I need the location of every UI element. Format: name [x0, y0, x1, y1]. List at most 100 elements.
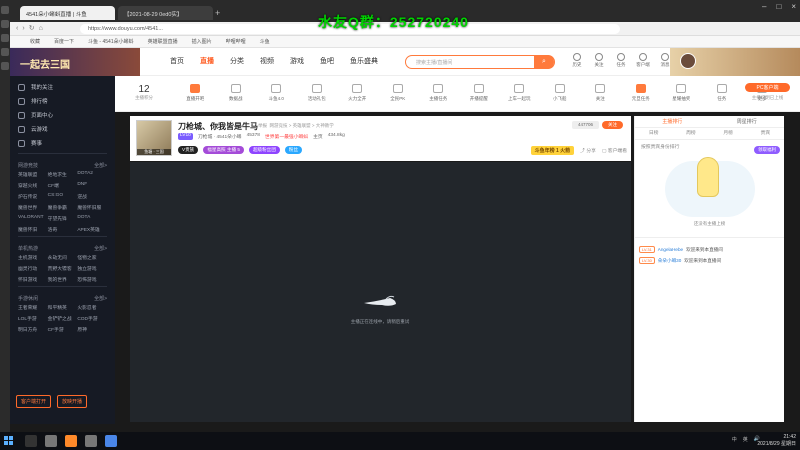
pc-client-button[interactable]: PC客户端: [745, 83, 790, 92]
search-icon[interactable]: ⌕: [534, 55, 554, 69]
game-link[interactable]: 幽灵行动: [18, 265, 48, 272]
pc-client-badge[interactable]: PC客户端 主播说明已上线: [745, 83, 790, 101]
section-more-link[interactable]: 全部>: [94, 295, 107, 302]
category-item[interactable]: 上车一起玩: [499, 84, 540, 102]
game-link[interactable]: 明日方舟: [18, 326, 48, 333]
subtab-week[interactable]: 周榜: [672, 128, 709, 139]
home-icon[interactable]: ⌂: [39, 25, 47, 32]
subtab-month[interactable]: 月榜: [710, 128, 747, 139]
bookmark-item[interactable]: 哔哩哔哩: [226, 38, 246, 45]
chat-username[interactable]: 朵朵小蝌30: [658, 258, 682, 264]
toolbar-icon[interactable]: [1, 48, 9, 56]
hot-rank-tag[interactable]: 世界第一最强小蝌蚪: [265, 133, 308, 140]
tab-anchor-rank[interactable]: 主播排行: [635, 116, 710, 127]
category-item[interactable]: 主播任务: [418, 84, 459, 102]
nav-live[interactable]: 直播: [200, 56, 230, 66]
bookmark-item[interactable]: 收藏: [30, 38, 40, 45]
nav-category[interactable]: 分类: [230, 56, 260, 66]
client-button[interactable]: 客户端: [636, 53, 650, 68]
streamer-avatar[interactable]: 鱼塘 · 三国: [136, 120, 172, 156]
toolbar-icon[interactable]: [1, 6, 9, 14]
new-tab-icon[interactable]: +: [215, 8, 220, 18]
sidebar-item-follow[interactable]: 我的关注: [10, 80, 115, 94]
follow-button[interactable]: 关注: [592, 53, 606, 68]
nav-game[interactable]: 游戏: [290, 56, 320, 66]
toolbar-icon[interactable]: [1, 62, 9, 70]
nav-yuba[interactable]: 鱼吧: [320, 56, 350, 66]
category-item[interactable]: 任务: [702, 84, 743, 102]
game-link[interactable]: CS:GO: [48, 193, 78, 200]
browser-app-icon[interactable]: [65, 435, 77, 447]
browser-tab-1[interactable]: 【2021-08-29 0ed0实】: [118, 6, 213, 20]
start-stream-button[interactable]: 放映开播: [57, 395, 88, 408]
bookmark-item[interactable]: 英雄联盟直播: [148, 38, 178, 45]
game-link[interactable]: 英雄联盟: [18, 171, 48, 178]
game-link[interactable]: 绝地求生: [48, 171, 78, 178]
subtab-vip[interactable]: 贵宾: [747, 128, 784, 139]
refresh-icon[interactable]: ↻: [29, 25, 39, 32]
bookmark-item[interactable]: 斗鱼 - 4541朵小蝌蚪: [88, 38, 134, 45]
sidebar-item-center[interactable]: 页面中心: [10, 108, 115, 122]
follow-button[interactable]: 关注: [602, 121, 623, 129]
open-client-button[interactable]: 客户端打开: [16, 395, 52, 408]
game-link[interactable]: COD手游: [77, 315, 107, 322]
task-button[interactable]: 任务: [614, 53, 628, 68]
game-link[interactable]: CF端: [48, 182, 78, 189]
game-link[interactable]: 怪物之家: [77, 254, 107, 261]
app-icon[interactable]: [105, 435, 117, 447]
category-item[interactable]: 小飞船: [540, 84, 581, 102]
bookmark-item[interactable]: 斗鱼: [260, 38, 270, 45]
report-link[interactable]: 举报 网游竞技 > 英雄联盟 > 大神教学: [258, 123, 334, 129]
game-link[interactable]: 金铲铲之战: [48, 315, 78, 322]
taskbar-clock[interactable]: 21:42 2021/8/29 星期日: [757, 434, 796, 448]
game-link[interactable]: 王者荣耀: [18, 304, 48, 311]
points-counter[interactable]: 12 主播积分: [129, 84, 159, 101]
category-item[interactable]: 斗鱼4.0: [256, 84, 297, 102]
game-link[interactable]: 恐怖游戏: [77, 276, 107, 283]
game-link[interactable]: 和平精英: [48, 304, 78, 311]
category-item[interactable]: 数据战: [216, 84, 257, 102]
windows-start-icon[interactable]: [4, 436, 14, 446]
close-icon[interactable]: ×: [791, 2, 796, 11]
toolbar-icon[interactable]: [1, 34, 9, 42]
history-button[interactable]: 历史: [570, 53, 584, 68]
lucky-badge[interactable]: 福星高照 主播 5: [203, 146, 244, 154]
bookmark-item[interactable]: 插入图片: [192, 38, 212, 45]
game-link[interactable]: 炉石传说: [18, 193, 48, 200]
category-item[interactable]: 全民PK: [378, 84, 419, 102]
category-item[interactable]: 开播提醒: [459, 84, 500, 102]
game-link[interactable]: 独立游戏: [77, 265, 107, 272]
game-link[interactable]: 永劫无间: [48, 254, 78, 261]
game-link[interactable]: 怀旧游戏: [18, 276, 48, 283]
game-link[interactable]: 我的世界: [48, 276, 78, 283]
maximize-icon[interactable]: □: [776, 2, 781, 11]
game-link[interactable]: VALORANT: [18, 215, 48, 222]
category-item[interactable]: 元旦任务: [621, 84, 662, 102]
ime-indicator[interactable]: 中: [732, 436, 737, 443]
site-logo[interactable]: 一起去三国: [10, 48, 140, 76]
app-icon[interactable]: [85, 435, 97, 447]
section-more-link[interactable]: 全部>: [94, 162, 107, 169]
nav-festival[interactable]: 鱼乐盛典: [350, 56, 380, 66]
game-link[interactable]: 洛奇: [48, 226, 78, 233]
streamer-name[interactable]: 刀枪城 · 4541朵小蝌: [198, 133, 242, 140]
game-link[interactable]: LOL手游: [18, 315, 48, 322]
game-link[interactable]: 魔兽世界: [18, 204, 48, 211]
game-link[interactable]: 魔兽怀旧: [18, 226, 48, 233]
room-home[interactable]: 主页: [313, 133, 323, 140]
search-box[interactable]: 搜索主播/直播间 ⌕: [405, 55, 555, 69]
game-link[interactable]: CF手游: [48, 326, 78, 333]
video-player[interactable]: 主播正在连线中，请稍后重试: [130, 162, 631, 422]
game-link[interactable]: 荒野大镖客: [48, 265, 78, 272]
category-item[interactable]: 星耀抽奖: [661, 84, 702, 102]
browser-tab-0[interactable]: 4541朵小蝌蚪直播 | 斗鱼: [20, 6, 115, 20]
sidebar-item-cloudgame[interactable]: 云游戏: [10, 122, 115, 136]
share-button[interactable]: ⤴ 分享: [580, 147, 596, 154]
ime-indicator[interactable]: 英: [743, 436, 748, 443]
bookmark-item[interactable]: 百度一下: [54, 38, 74, 45]
category-item[interactable]: 火力全开: [337, 84, 378, 102]
game-link[interactable]: 守望先锋: [48, 215, 78, 222]
game-link[interactable]: 火影忍者: [77, 304, 107, 311]
game-link[interactable]: 逆战: [77, 193, 107, 200]
game-link[interactable]: 原神: [77, 326, 107, 333]
